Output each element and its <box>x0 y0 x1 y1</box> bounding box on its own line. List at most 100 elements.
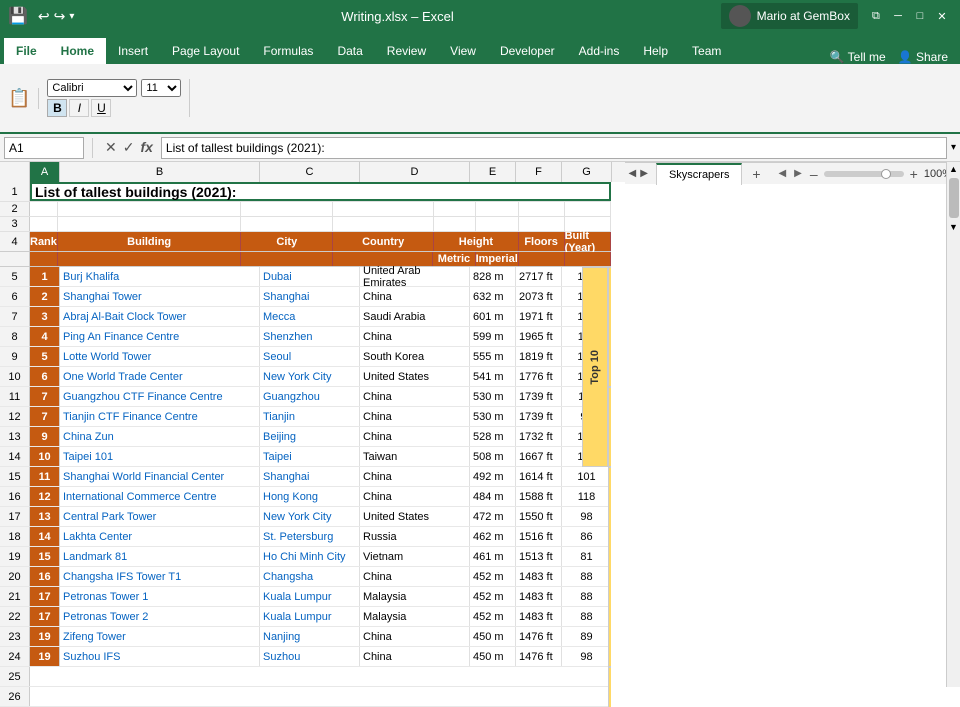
cell-metric[interactable]: 508 m <box>470 447 516 466</box>
share-button[interactable]: 👤 Share <box>898 50 948 64</box>
tab-formulas[interactable]: Formulas <box>251 38 325 64</box>
zoom-plus-button[interactable]: + <box>910 166 918 182</box>
cell-metric[interactable]: 528 m <box>470 427 516 446</box>
cell-imperial[interactable]: 1739 ft <box>516 387 562 406</box>
cell[interactable] <box>519 252 565 266</box>
zoom-minus-button[interactable]: – <box>810 166 818 182</box>
row-num[interactable]: 21 <box>0 587 30 606</box>
cell-building[interactable]: Changsha IFS Tower T1 <box>60 567 260 586</box>
cell-building[interactable]: Shanghai Tower <box>60 287 260 306</box>
cell-building[interactable]: Central Park Tower <box>60 507 260 526</box>
cell-imperial[interactable]: 2073 ft <box>516 287 562 306</box>
cell-rank[interactable]: 5 <box>30 347 60 366</box>
cell[interactable] <box>30 217 58 231</box>
row-num[interactable]: 25 <box>0 667 30 686</box>
cell-metric[interactable]: 632 m <box>470 287 516 306</box>
col-header-F[interactable]: F <box>516 162 562 182</box>
cell[interactable] <box>241 252 333 266</box>
formula-input[interactable] <box>161 137 947 159</box>
cell-rank[interactable]: 15 <box>30 547 60 566</box>
cell[interactable] <box>30 687 611 706</box>
cell-imperial[interactable]: 1550 ft <box>516 507 562 526</box>
row-num[interactable]: 7 <box>0 307 30 326</box>
cell-imperial[interactable]: 2717 ft <box>516 267 562 286</box>
cell-metric[interactable]: 601 m <box>470 307 516 326</box>
row-num[interactable]: 22 <box>0 607 30 626</box>
row-num[interactable]: 9 <box>0 347 30 366</box>
cell-building[interactable]: Ping An Finance Centre <box>60 327 260 346</box>
cell-country[interactable]: China <box>360 627 470 646</box>
cell-city[interactable]: Shanghai <box>260 467 360 486</box>
cell[interactable] <box>241 202 333 216</box>
cell-imperial[interactable]: 1516 ft <box>516 527 562 546</box>
header-height[interactable]: Height <box>434 232 518 251</box>
col-header-E[interactable]: E <box>470 162 516 182</box>
add-sheet-button[interactable]: + <box>746 164 766 184</box>
cell-metric[interactable]: 462 m <box>470 527 516 546</box>
cell-building[interactable]: China Zun <box>60 427 260 446</box>
close-button[interactable]: ✕ <box>932 6 952 26</box>
cell-building[interactable]: Suzhou IFS <box>60 647 260 666</box>
header-rank[interactable]: Rank <box>30 232 58 251</box>
cell-country[interactable]: China <box>360 407 470 426</box>
row-num[interactable]: 18 <box>0 527 30 546</box>
cell-building[interactable]: Taipei 101 <box>60 447 260 466</box>
cell-building[interactable]: International Commerce Centre <box>60 487 260 506</box>
save-icon[interactable]: 💾 <box>8 6 28 26</box>
tab-team[interactable]: Team <box>680 38 733 64</box>
cell-metric[interactable]: 450 m <box>470 647 516 666</box>
cell[interactable] <box>58 217 242 231</box>
font-family-select[interactable]: Calibri <box>47 79 137 97</box>
tab-view[interactable]: View <box>438 38 488 64</box>
cell[interactable] <box>434 202 476 216</box>
header-built[interactable]: Built (Year) <box>565 232 611 251</box>
tab-file[interactable]: File <box>4 38 49 64</box>
cell-rank[interactable]: 17 <box>30 587 60 606</box>
cell-city[interactable]: New York City <box>260 367 360 386</box>
cell-floors[interactable]: 98 <box>562 507 611 526</box>
cell-metric[interactable]: 599 m <box>470 327 516 346</box>
cell-building[interactable]: Shanghai World Financial Center <box>60 467 260 486</box>
cell[interactable] <box>333 202 434 216</box>
confirm-icon[interactable]: ✓ <box>123 139 135 156</box>
cell-metric[interactable]: 530 m <box>470 407 516 426</box>
scroll-down-arrow[interactable]: ▼ <box>947 220 960 234</box>
cell-building[interactable]: Burj Khalifa <box>60 267 260 286</box>
cell-metric[interactable]: 452 m <box>470 607 516 626</box>
row-num[interactable]: 24 <box>0 647 30 666</box>
header-floors[interactable]: Floors <box>519 232 565 251</box>
row-num[interactable]: 1 <box>0 182 30 201</box>
cell-city[interactable]: St. Petersburg <box>260 527 360 546</box>
row-num[interactable]: 11 <box>0 387 30 406</box>
cell-country[interactable]: Russia <box>360 527 470 546</box>
cell-country[interactable]: China <box>360 647 470 666</box>
col-header-C[interactable]: C <box>260 162 360 182</box>
cell[interactable] <box>476 217 518 231</box>
cell-building[interactable]: Abraj Al-Bait Clock Tower <box>60 307 260 326</box>
row-num[interactable]: 3 <box>0 217 30 231</box>
cell[interactable] <box>241 217 333 231</box>
scroll-h-left[interactable]: ◀ <box>778 168 786 179</box>
cell-imperial[interactable]: 1732 ft <box>516 427 562 446</box>
cell[interactable] <box>30 252 58 266</box>
cell-floors[interactable]: 89 <box>562 627 611 646</box>
cell-rank[interactable]: 4 <box>30 327 60 346</box>
maximize-button[interactable]: □ <box>910 6 930 26</box>
cell-country[interactable]: United States <box>360 367 470 386</box>
cell[interactable] <box>565 252 611 266</box>
cell-city[interactable]: Shanghai <box>260 287 360 306</box>
row-num[interactable]: 23 <box>0 627 30 646</box>
minimize-button[interactable]: ─ <box>888 6 908 26</box>
row-num[interactable]: 26 <box>0 687 30 706</box>
paste-button[interactable]: 📋 <box>8 88 30 109</box>
cell-country[interactable]: United States <box>360 507 470 526</box>
cell-floors[interactable]: 101 <box>562 467 611 486</box>
cell-metric[interactable]: 461 m <box>470 547 516 566</box>
row-num[interactable]: 16 <box>0 487 30 506</box>
cell-city[interactable]: New York City <box>260 507 360 526</box>
scroll-h-right[interactable]: ▶ <box>794 168 802 179</box>
user-info[interactable]: Mario at GemBox <box>721 3 858 29</box>
cell-country[interactable]: China <box>360 467 470 486</box>
cell-metric[interactable]: 530 m <box>470 387 516 406</box>
cell-building[interactable]: Guangzhou CTF Finance Centre <box>60 387 260 406</box>
